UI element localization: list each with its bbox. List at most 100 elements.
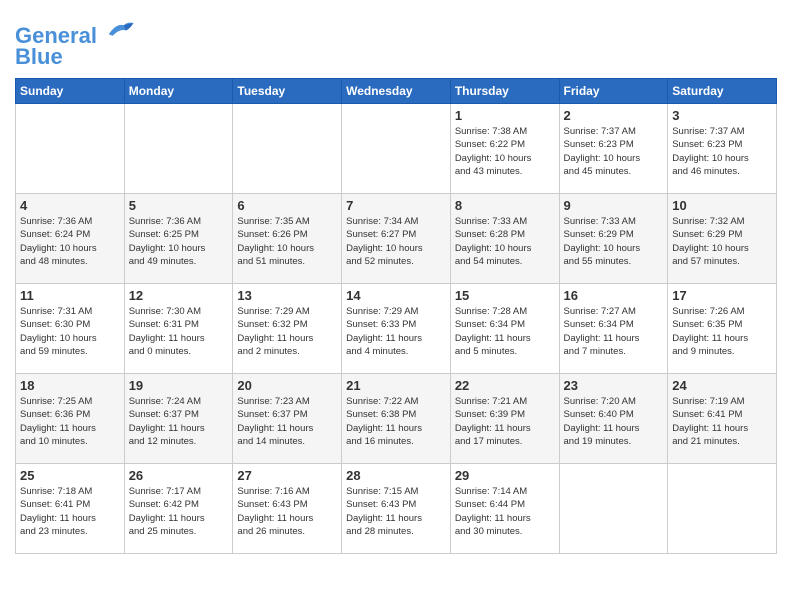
day-info: Sunrise: 7:26 AM Sunset: 6:35 PM Dayligh… bbox=[672, 305, 772, 358]
day-number: 1 bbox=[455, 108, 555, 123]
day-number: 19 bbox=[129, 378, 229, 393]
day-number: 25 bbox=[20, 468, 120, 483]
day-info: Sunrise: 7:38 AM Sunset: 6:22 PM Dayligh… bbox=[455, 125, 555, 178]
calendar-cell: 11 Sunrise: 7:31 AM Sunset: 6:30 PM Dayli… bbox=[16, 284, 125, 374]
header: General Blue bbox=[15, 10, 777, 70]
day-number: 28 bbox=[346, 468, 446, 483]
day-number: 21 bbox=[346, 378, 446, 393]
day-number: 22 bbox=[455, 378, 555, 393]
calendar-cell: 6 Sunrise: 7:35 AM Sunset: 6:26 PM Daylig… bbox=[233, 194, 342, 284]
day-info: Sunrise: 7:15 AM Sunset: 6:43 PM Dayligh… bbox=[346, 485, 446, 538]
day-info: Sunrise: 7:18 AM Sunset: 6:41 PM Dayligh… bbox=[20, 485, 120, 538]
calendar-week-row: 25 Sunrise: 7:18 AM Sunset: 6:41 PM Dayli… bbox=[16, 464, 777, 554]
day-info: Sunrise: 7:27 AM Sunset: 6:34 PM Dayligh… bbox=[564, 305, 664, 358]
calendar-cell: 9Sunrise: 7:33 AM Sunset: 6:29 PM Daylig… bbox=[559, 194, 668, 284]
day-info: Sunrise: 7:23 AM Sunset: 6:37 PM Dayligh… bbox=[237, 395, 337, 448]
calendar-cell: 26 Sunrise: 7:17 AM Sunset: 6:42 PM Dayli… bbox=[124, 464, 233, 554]
day-number: 3 bbox=[672, 108, 772, 123]
day-number: 29 bbox=[455, 468, 555, 483]
calendar-cell: 8 Sunrise: 7:33 AM Sunset: 6:28 PM Daylig… bbox=[450, 194, 559, 284]
day-info: Sunrise: 7:25 AM Sunset: 6:36 PM Dayligh… bbox=[20, 395, 120, 448]
calendar-cell: 19 Sunrise: 7:24 AM Sunset: 6:37 PM Dayli… bbox=[124, 374, 233, 464]
calendar-cell: 17 Sunrise: 7:26 AM Sunset: 6:35 PM Dayli… bbox=[668, 284, 777, 374]
weekday-header-cell: Monday bbox=[124, 79, 233, 104]
logo-bird-icon bbox=[105, 18, 135, 43]
day-number: 5 bbox=[129, 198, 229, 213]
day-number: 16 bbox=[564, 288, 664, 303]
day-info: Sunrise: 7:17 AM Sunset: 6:42 PM Dayligh… bbox=[129, 485, 229, 538]
day-info: Sunrise: 7:37 AM Sunset: 6:23 PM Dayligh… bbox=[564, 125, 664, 178]
day-number: 13 bbox=[237, 288, 337, 303]
day-info: Sunrise: 7:36 AM Sunset: 6:25 PM Dayligh… bbox=[129, 215, 229, 268]
calendar-cell: 16 Sunrise: 7:27 AM Sunset: 6:34 PM Dayli… bbox=[559, 284, 668, 374]
day-info: Sunrise: 7:21 AM Sunset: 6:39 PM Dayligh… bbox=[455, 395, 555, 448]
day-info: Sunrise: 7:29 AM Sunset: 6:33 PM Dayligh… bbox=[346, 305, 446, 358]
calendar-week-row: 11 Sunrise: 7:31 AM Sunset: 6:30 PM Dayli… bbox=[16, 284, 777, 374]
calendar-cell: 1 Sunrise: 7:38 AM Sunset: 6:22 PM Daylig… bbox=[450, 104, 559, 194]
day-number: 8 bbox=[455, 198, 555, 213]
calendar-cell: 23 Sunrise: 7:20 AM Sunset: 6:40 PM Dayli… bbox=[559, 374, 668, 464]
day-number: 24 bbox=[672, 378, 772, 393]
day-info: Sunrise: 7:14 AM Sunset: 6:44 PM Dayligh… bbox=[455, 485, 555, 538]
day-info: Sunrise: 7:24 AM Sunset: 6:37 PM Dayligh… bbox=[129, 395, 229, 448]
day-number: 20 bbox=[237, 378, 337, 393]
calendar-cell: 12 Sunrise: 7:30 AM Sunset: 6:31 PM Dayli… bbox=[124, 284, 233, 374]
calendar-week-row: 18Sunrise: 7:25 AM Sunset: 6:36 PM Dayli… bbox=[16, 374, 777, 464]
day-info: Sunrise: 7:31 AM Sunset: 6:30 PM Dayligh… bbox=[20, 305, 120, 358]
day-info: Sunrise: 7:33 AM Sunset: 6:28 PM Dayligh… bbox=[455, 215, 555, 268]
calendar-cell: 5 Sunrise: 7:36 AM Sunset: 6:25 PM Daylig… bbox=[124, 194, 233, 284]
weekday-header-cell: Friday bbox=[559, 79, 668, 104]
day-number: 10 bbox=[672, 198, 772, 213]
calendar-cell: 21Sunrise: 7:22 AM Sunset: 6:38 PM Dayli… bbox=[342, 374, 451, 464]
calendar-cell: 13Sunrise: 7:29 AM Sunset: 6:32 PM Dayli… bbox=[233, 284, 342, 374]
day-number: 12 bbox=[129, 288, 229, 303]
weekday-header-row: SundayMondayTuesdayWednesdayThursdayFrid… bbox=[16, 79, 777, 104]
day-info: Sunrise: 7:16 AM Sunset: 6:43 PM Dayligh… bbox=[237, 485, 337, 538]
day-number: 23 bbox=[564, 378, 664, 393]
day-number: 7 bbox=[346, 198, 446, 213]
calendar-cell: 27 Sunrise: 7:16 AM Sunset: 6:43 PM Dayli… bbox=[233, 464, 342, 554]
calendar-cell bbox=[16, 104, 125, 194]
day-number: 4 bbox=[20, 198, 120, 213]
calendar-cell: 4 Sunrise: 7:36 AM Sunset: 6:24 PM Daylig… bbox=[16, 194, 125, 284]
calendar-cell: 18Sunrise: 7:25 AM Sunset: 6:36 PM Dayli… bbox=[16, 374, 125, 464]
day-number: 2 bbox=[564, 108, 664, 123]
day-number: 15 bbox=[455, 288, 555, 303]
day-number: 11 bbox=[20, 288, 120, 303]
weekday-header-cell: Sunday bbox=[16, 79, 125, 104]
weekday-header-cell: Tuesday bbox=[233, 79, 342, 104]
weekday-header-cell: Thursday bbox=[450, 79, 559, 104]
day-info: Sunrise: 7:36 AM Sunset: 6:24 PM Dayligh… bbox=[20, 215, 120, 268]
calendar-cell: 22 Sunrise: 7:21 AM Sunset: 6:39 PM Dayli… bbox=[450, 374, 559, 464]
calendar-cell: 7 Sunrise: 7:34 AM Sunset: 6:27 PM Daylig… bbox=[342, 194, 451, 284]
day-number: 27 bbox=[237, 468, 337, 483]
calendar-cell: 29 Sunrise: 7:14 AM Sunset: 6:44 PM Dayli… bbox=[450, 464, 559, 554]
calendar-body: 1 Sunrise: 7:38 AM Sunset: 6:22 PM Daylig… bbox=[16, 104, 777, 554]
day-info: Sunrise: 7:19 AM Sunset: 6:41 PM Dayligh… bbox=[672, 395, 772, 448]
day-info: Sunrise: 7:35 AM Sunset: 6:26 PM Dayligh… bbox=[237, 215, 337, 268]
day-number: 26 bbox=[129, 468, 229, 483]
day-info: Sunrise: 7:34 AM Sunset: 6:27 PM Dayligh… bbox=[346, 215, 446, 268]
calendar-cell: 14Sunrise: 7:29 AM Sunset: 6:33 PM Dayli… bbox=[342, 284, 451, 374]
day-number: 17 bbox=[672, 288, 772, 303]
day-info: Sunrise: 7:30 AM Sunset: 6:31 PM Dayligh… bbox=[129, 305, 229, 358]
weekday-header-cell: Wednesday bbox=[342, 79, 451, 104]
logo: General Blue bbox=[15, 18, 135, 70]
day-info: Sunrise: 7:37 AM Sunset: 6:23 PM Dayligh… bbox=[672, 125, 772, 178]
day-info: Sunrise: 7:28 AM Sunset: 6:34 PM Dayligh… bbox=[455, 305, 555, 358]
calendar-cell bbox=[233, 104, 342, 194]
calendar-cell: 3 Sunrise: 7:37 AM Sunset: 6:23 PM Daylig… bbox=[668, 104, 777, 194]
calendar-cell: 10 Sunrise: 7:32 AM Sunset: 6:29 PM Dayli… bbox=[668, 194, 777, 284]
day-info: Sunrise: 7:20 AM Sunset: 6:40 PM Dayligh… bbox=[564, 395, 664, 448]
calendar-cell bbox=[559, 464, 668, 554]
weekday-header-cell: Saturday bbox=[668, 79, 777, 104]
calendar-cell: 28 Sunrise: 7:15 AM Sunset: 6:43 PM Dayli… bbox=[342, 464, 451, 554]
logo-blue: Blue bbox=[15, 44, 135, 70]
calendar-cell bbox=[124, 104, 233, 194]
day-number: 6 bbox=[237, 198, 337, 213]
day-number: 9 bbox=[564, 198, 664, 213]
calendar-cell: 25 Sunrise: 7:18 AM Sunset: 6:41 PM Dayli… bbox=[16, 464, 125, 554]
calendar-cell: 2 Sunrise: 7:37 AM Sunset: 6:23 PM Daylig… bbox=[559, 104, 668, 194]
calendar-cell: 15 Sunrise: 7:28 AM Sunset: 6:34 PM Dayli… bbox=[450, 284, 559, 374]
day-info: Sunrise: 7:32 AM Sunset: 6:29 PM Dayligh… bbox=[672, 215, 772, 268]
